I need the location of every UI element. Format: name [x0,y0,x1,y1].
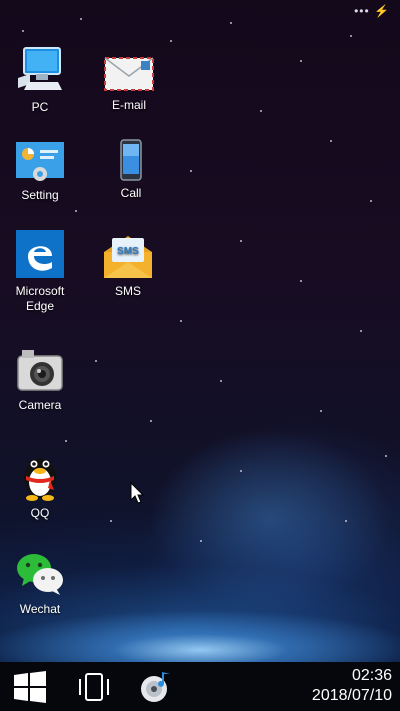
charging-icon: ⚡ [374,4,390,18]
desktop-icon-label: E-mail [111,98,146,112]
edge-browser-icon [16,230,64,278]
desktop-icon-label: Setting [21,188,59,202]
taskbar: 02:36 2018/07/10 [0,662,400,711]
desktop-icon-label: Call [120,186,142,200]
desktop-icon-qq[interactable]: QQ [0,446,80,521]
desktop-icon-setting[interactable]: Setting [0,140,80,203]
desktop-icon-sms[interactable]: SMS SMS [88,232,168,299]
camera-icon [17,350,63,391]
desktop-icon-pc[interactable]: PC [0,44,80,115]
desktop-icon-label: QQ [30,506,50,520]
sms-envelope-icon: SMS [104,236,152,278]
desktop-icon-label: PC [31,100,49,114]
mouse-pointer-icon [130,482,144,504]
desktop-icon-call[interactable]: Call [91,138,171,201]
desktop-icon-edge[interactable]: Microsoft Edge [0,230,80,314]
music-disc-icon[interactable] [138,670,174,704]
desktop-icon-label: Microsoft Edge [15,284,65,313]
desktop-icon-camera[interactable]: Camera [0,346,80,413]
phone-icon [120,139,142,181]
system-tray-top[interactable]: ••• ⚡ [354,4,390,18]
clock-date: 2018/07/10 [311,687,392,704]
clock[interactable]: 02:36 2018/07/10 [312,666,392,706]
desktop-icon-label: Camera [18,398,62,412]
desktop-icon-label: Wechat [19,602,61,616]
desktop: ••• ⚡ PC E-mail Setting Call Microsoft E… [0,0,400,662]
qq-penguin-icon [24,458,56,501]
envelope-icon [104,57,154,91]
clock-time: 02:36 [351,667,392,684]
desktop-icon-email[interactable]: E-mail [89,54,169,113]
computer-icon [18,47,62,90]
desktop-icon-label: SMS [114,284,141,298]
wechat-icon [17,554,63,595]
task-view-icon[interactable] [76,670,112,704]
sms-badge-text: SMS [117,246,139,257]
more-dots-icon[interactable]: ••• [354,4,370,18]
windows-start-icon[interactable] [12,670,48,704]
settings-icon [16,142,64,181]
desktop-icon-wechat[interactable]: Wechat [0,550,80,617]
